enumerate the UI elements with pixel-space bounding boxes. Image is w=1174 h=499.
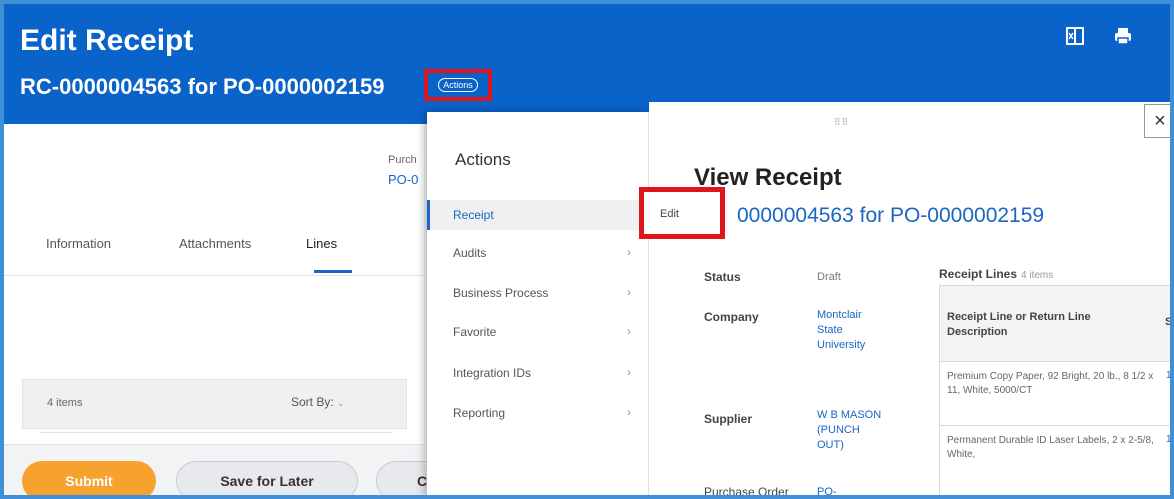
print-icon[interactable] — [1112, 26, 1134, 48]
row-description: Premium Copy Paper, 92 Bright, 20 lb., 8… — [947, 371, 1154, 396]
footer-bar: Submit Save for Later C — [4, 444, 456, 495]
row-value[interactable]: 1 — [1166, 434, 1170, 445]
row-description: Permanent Durable ID Laser Labels, 2 x 2… — [947, 435, 1154, 460]
receipt-lines-title: Receipt Lines — [939, 267, 1018, 281]
active-tab-indicator — [314, 270, 352, 273]
tab-bar: Information Attachments Lines — [4, 236, 424, 276]
menu-item-label: Favorite — [453, 325, 497, 339]
list-count: 4 items — [47, 397, 83, 409]
list-item — [40, 432, 392, 444]
menu-item-label: Audits — [453, 246, 487, 260]
menu-item-label: Receipt — [453, 208, 494, 222]
menu-item-audits[interactable]: Audits › — [427, 238, 649, 268]
chevron-right-icon: › — [627, 405, 631, 419]
sort-by-dropdown[interactable]: Sort By: ⌄ — [291, 395, 345, 409]
purchase-order-link[interactable]: PO-0 — [388, 172, 418, 187]
receipt-lines-heading: Receipt Lines 4 items — [939, 267, 1053, 281]
supplier-link[interactable]: W B MASON (PUNCH OUT) — [817, 408, 887, 453]
column-header-description: Receipt Line or Return Line Description — [947, 311, 1091, 338]
save-for-later-button[interactable]: Save for Later — [176, 461, 358, 495]
selected-marker — [427, 200, 430, 230]
app-window: Edit Receipt RC-0000004563 for PO-000000… — [0, 0, 1174, 499]
actions-label: Actions — [438, 78, 478, 92]
edit-menu-item[interactable]: Edit — [639, 187, 725, 239]
excel-export-icon[interactable] — [1064, 26, 1086, 48]
receipt-lines-count: 4 items — [1021, 270, 1054, 281]
chevron-right-icon: › — [627, 285, 631, 299]
menu-item-business-process[interactable]: Business Process › — [427, 278, 649, 308]
receipt-lines-table: Receipt Line or Return Line Description … — [939, 285, 1173, 495]
supplier-label: Supplier — [704, 412, 753, 426]
status-label: Status — [704, 270, 741, 284]
company-label: Company — [704, 310, 759, 324]
company-link[interactable]: Montclair State University — [817, 308, 887, 353]
chevron-right-icon: › — [627, 365, 631, 379]
actions-menu-title: Actions — [455, 150, 511, 169]
purchase-order-field-link[interactable]: PO- — [817, 485, 907, 495]
table-header: Receipt Line or Return Line Description … — [940, 286, 1173, 362]
menu-item-label: Integration IDs — [453, 366, 532, 380]
table-row: Premium Copy Paper, 92 Bright, 20 lb., 8… — [940, 362, 1170, 426]
drag-handle-icon[interactable]: ⠿⠿ — [834, 117, 849, 128]
submit-button[interactable]: Submit — [22, 461, 156, 495]
menu-item-integration-ids[interactable]: Integration IDs › — [427, 358, 649, 388]
tab-attachments[interactable]: Attachments — [179, 236, 251, 251]
column-header-s: S — [1165, 316, 1173, 328]
tab-information[interactable]: Information — [46, 236, 111, 251]
purchase-order-field-label: Purchase Order — [704, 485, 789, 499]
status-value: Draft — [817, 271, 841, 283]
menu-item-label: Reporting — [453, 406, 506, 420]
menu-item-favorite[interactable]: Favorite › — [427, 317, 649, 347]
view-receipt-panel: ⠿⠿ × View Receipt 0000004563 for PO-0000… — [639, 102, 1170, 499]
actions-menu: Actions Receipt Audits › Business Proces… — [427, 112, 649, 495]
menu-item-label: Business Process — [453, 286, 549, 300]
row-value[interactable]: 1 — [1166, 370, 1170, 381]
list-toolbar: 4 items Sort By: ⌄ — [22, 379, 407, 429]
tab-lines[interactable]: Lines — [306, 236, 337, 251]
page-subtitle: RC-0000004563 for PO-0000002159 — [20, 74, 385, 99]
purchase-order-label: Purch — [388, 154, 417, 166]
view-receipt-subtitle: 0000004563 for PO-0000002159 — [737, 204, 1045, 227]
menu-item-receipt[interactable]: Receipt — [427, 200, 649, 230]
table-row: Permanent Durable ID Laser Labels, 2 x 2… — [940, 426, 1170, 495]
receipt-page: Purch PO-0 Information Attachments Lines… — [4, 124, 424, 495]
page-title: Edit Receipt — [20, 24, 194, 57]
chevron-right-icon: › — [627, 245, 631, 259]
chevron-right-icon: › — [627, 324, 631, 338]
close-button[interactable]: × — [1144, 104, 1170, 138]
sort-by-label: Sort By: — [291, 395, 334, 409]
menu-item-reporting[interactable]: Reporting › — [427, 398, 649, 428]
edit-label: Edit — [660, 208, 679, 220]
actions-button[interactable]: Actions — [424, 69, 492, 101]
chevron-down-icon: ⌄ — [337, 398, 345, 408]
